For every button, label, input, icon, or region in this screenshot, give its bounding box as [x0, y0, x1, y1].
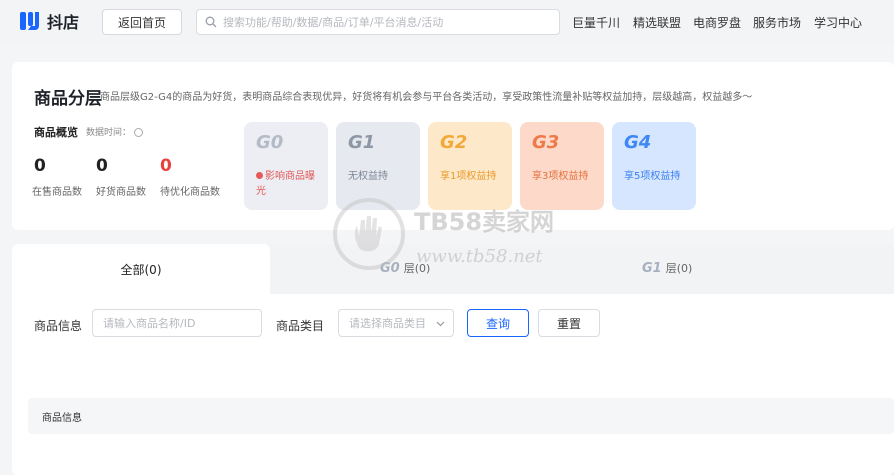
reset-button[interactable]: 重置: [538, 309, 600, 337]
watermark-brand: TB58卖家网: [414, 208, 555, 236]
product-info-input[interactable]: 请输入商品名称/ID: [92, 309, 262, 337]
tab-g1-label: 层(0): [665, 262, 693, 275]
info-icon[interactable]: [133, 128, 143, 137]
grade-name: G2: [440, 132, 468, 153]
chevron-down-icon: [436, 317, 445, 330]
grade-desc: 享5项权益持: [624, 171, 681, 182]
grade-card-g0[interactable]: G0 影响商品曝光: [244, 122, 328, 210]
category-label: 商品类目: [276, 319, 325, 333]
grade-desc: 享1项权益持: [440, 171, 497, 182]
product-info-label: 商品信息: [34, 319, 83, 333]
watermark-url: www.tb58.net: [416, 246, 543, 267]
page-title: 商品分层: [34, 89, 102, 109]
on-sale-label: 在售商品数: [32, 187, 82, 198]
overview-label: 商品概览: [34, 126, 78, 139]
grade-name: G4: [624, 132, 652, 153]
to-optimize-label: 待优化商品数: [160, 187, 220, 198]
logo-text: 抖店: [47, 13, 80, 32]
tab-g1[interactable]: G1 层(0): [642, 260, 692, 276]
logo[interactable]: 抖店: [18, 9, 79, 33]
grade-card-g1[interactable]: G1 无权益持: [336, 122, 420, 210]
nav-fuwu-shichang[interactable]: 服务市场: [753, 14, 801, 31]
grade-desc: 无权益持: [348, 171, 388, 182]
grade-desc: 影响商品曝光: [256, 171, 315, 197]
back-home-button[interactable]: 返回首页: [102, 9, 182, 35]
category-select-placeholder: 请选择商品类目: [349, 317, 426, 330]
watermark-hand-icon: [333, 198, 405, 270]
doudian-logo-icon: [18, 9, 42, 33]
g1-badge: G1: [642, 260, 662, 276]
nav-dianshang-luopan[interactable]: 电商罗盘: [693, 14, 741, 31]
search-icon: [205, 13, 217, 32]
page-description: 商品层级G2-G4的商品为好货，表明商品综合表现优异，好货将有机会参与平台各类活…: [100, 92, 753, 103]
grade-card-g2[interactable]: G2 享1项权益持: [428, 122, 512, 210]
table-header-product-info: 商品信息: [42, 412, 82, 424]
query-button[interactable]: 查询: [467, 309, 529, 337]
category-select[interactable]: 请选择商品类目: [338, 309, 454, 337]
nav-jingxuan-lianmeng[interactable]: 精选联盟: [633, 14, 681, 31]
data-time: 数据时间：: [86, 125, 143, 138]
search-input[interactable]: [223, 15, 543, 29]
good-goods-count: 0: [96, 156, 108, 176]
grade-name: G1: [348, 132, 376, 153]
search-bar[interactable]: [196, 9, 560, 35]
grade-card-g4[interactable]: G4 享5项权益持: [612, 122, 696, 210]
tab-all[interactable]: 全部(0): [12, 244, 270, 294]
top-bar: 抖店 返回首页 巨量千川 精选联盟 电商罗盘 服务市场 学习中心: [0, 0, 894, 44]
grade-name: G3: [532, 132, 560, 153]
grade-card-g3[interactable]: G3 享3项权益持: [520, 122, 604, 210]
grade-desc: 享3项权益持: [532, 171, 589, 182]
grade-name: G0: [256, 132, 284, 153]
on-sale-count: 0: [34, 156, 46, 176]
table-header: 商品信息: [28, 398, 894, 434]
nav-juliang-qianchuan[interactable]: 巨量千川: [572, 14, 620, 31]
good-goods-label: 好货商品数: [96, 187, 146, 198]
to-optimize-count: 0: [160, 156, 172, 176]
nav-xuexi-zhongxin[interactable]: 学习中心: [814, 14, 862, 31]
warning-dot-icon: [256, 172, 263, 179]
